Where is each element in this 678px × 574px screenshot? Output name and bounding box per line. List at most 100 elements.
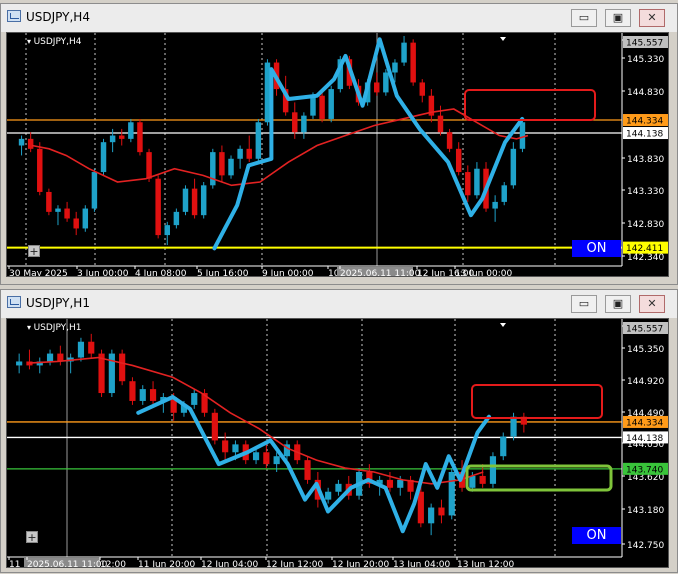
candle-body — [489, 456, 497, 484]
price-chart[interactable]: USDJPY,H4 + ON 145.557 145.330 144.830 143.… — [6, 32, 669, 277]
window-titlebar[interactable]: USDJPY,H4 ▭ ▣ ✕ — [1, 4, 677, 32]
candle-body — [119, 353, 126, 382]
candle-body — [386, 479, 394, 488]
symbol-label: USDJPY,H4 — [27, 37, 82, 47]
candle-body — [419, 82, 425, 96]
time-tick-label: 2025.06.11 11:00 — [340, 269, 421, 277]
support-zone-box — [465, 464, 613, 492]
candle-body — [410, 42, 416, 83]
minimize-button[interactable]: ▭ — [571, 295, 597, 313]
candle-body — [273, 456, 280, 465]
candle-body — [232, 444, 239, 453]
candle-body — [129, 381, 136, 401]
price-tag-label: 144.138 — [626, 434, 663, 444]
candle-body — [200, 185, 207, 216]
candle-body — [137, 122, 143, 153]
candle-body — [510, 148, 517, 186]
candle-body — [27, 138, 34, 149]
candle-body — [37, 148, 43, 192]
time-tick-label: 9 Jun 00:00 — [262, 269, 314, 277]
close-button[interactable]: ✕ — [639, 9, 665, 27]
add-indicator-button[interactable]: + — [28, 245, 40, 257]
candle-body — [139, 389, 146, 401]
window-title: USDJPY,H4 — [26, 10, 90, 24]
candle-body — [146, 152, 152, 179]
maximize-button[interactable]: ▣ — [605, 295, 631, 313]
candle-body — [119, 135, 125, 139]
price-tick-label: 144.830 — [627, 88, 664, 98]
price-tag-label: 143.740 — [626, 465, 663, 475]
candle-body — [64, 208, 70, 219]
time-tick-label: 2025.06.11 11:00 — [27, 560, 108, 568]
window-titlebar[interactable]: USDJPY,H1 ▭ ▣ ✕ — [1, 290, 677, 318]
time-tick-label: 3 Jun 00:00 — [77, 269, 129, 277]
chart-window-icon — [7, 10, 21, 22]
candle-body — [173, 211, 180, 226]
price-tag-label: 145.557 — [626, 325, 663, 335]
candle-body — [55, 208, 61, 212]
candle-body — [263, 452, 270, 465]
candle-body — [149, 389, 157, 401]
candle-body — [219, 152, 225, 176]
time-tick-label: 12 Jun 04:00 — [201, 560, 258, 568]
on-button[interactable]: ON — [572, 527, 621, 544]
moving-average-line — [28, 356, 484, 485]
time-tick-label: 5 Jun 16:00 — [197, 269, 249, 277]
candle-body — [417, 491, 424, 524]
candle-body — [210, 152, 216, 186]
minimize-button[interactable]: ▭ — [571, 9, 597, 27]
candle-body — [469, 475, 476, 488]
candle-body — [46, 353, 54, 362]
shift-marker-icon — [500, 37, 506, 41]
candle-body — [519, 122, 526, 149]
trend-drawing — [136, 395, 491, 534]
candle-body — [191, 188, 198, 216]
candle-body — [446, 132, 453, 149]
add-indicator-button[interactable]: + — [26, 531, 38, 543]
candle-body — [383, 72, 389, 93]
target-zone-box — [464, 89, 596, 121]
time-tick-label: 11 Jun 20:00 — [138, 560, 195, 568]
candle-body — [401, 42, 407, 63]
candle-body — [428, 507, 435, 524]
candle-body — [155, 178, 161, 236]
candle-body — [392, 62, 398, 73]
shift-marker-icon — [500, 323, 506, 327]
time-tick-label: 12 Jun 12:00 — [266, 560, 323, 568]
time-tick-label: 13 Jun 12:00 — [457, 560, 514, 568]
price-tag-label: 145.557 — [626, 39, 663, 49]
candle-body — [16, 361, 23, 366]
price-chart[interactable]: USDJPY,H1 + ON 145.557 145.350 144.920 144.… — [6, 318, 669, 568]
candle-body — [100, 142, 107, 173]
candle-body — [437, 115, 444, 133]
time-tick-label: 13 Jun 04:00 — [393, 560, 450, 568]
close-button[interactable]: ✕ — [639, 295, 665, 313]
on-button[interactable]: ON — [572, 240, 621, 257]
candle-body — [109, 135, 116, 143]
price-tick-label: 142.750 — [627, 541, 664, 551]
maximize-button[interactable]: ▣ — [605, 9, 631, 27]
candle-body — [304, 460, 311, 480]
candle-body — [246, 148, 252, 159]
price-tag-label: 144.334 — [626, 418, 663, 428]
candle-body — [492, 201, 498, 209]
candle-body — [455, 148, 462, 173]
window-title: USDJPY,H1 — [26, 296, 90, 310]
chart-window-h1: USDJPY,H1 ▭ ▣ ✕ USDJPY,H1 + ON 145.557 14… — [0, 289, 678, 573]
candle-body — [164, 225, 170, 236]
candle-body — [73, 218, 79, 229]
time-tick-label: 12:00 — [100, 560, 126, 568]
candle-body — [182, 188, 189, 212]
candle-body — [228, 158, 234, 176]
candle-body — [82, 208, 89, 229]
price-tick-label: 143.830 — [627, 155, 664, 165]
chart-canvas: 145.557 145.330 144.830 143.830 143.330 142.8… — [7, 33, 668, 277]
time-tick-label: 30 May 2025 — [9, 269, 68, 277]
candle-body — [325, 491, 332, 500]
candle-body — [18, 138, 25, 146]
candle-body — [310, 95, 316, 116]
price-tick-label: 142.830 — [627, 220, 664, 230]
time-tick-label: 12 Jun 20:00 — [332, 560, 389, 568]
price-tick-label: 142.340 — [627, 253, 664, 263]
time-tick-label: 13 Jun 00:00 — [455, 269, 512, 277]
